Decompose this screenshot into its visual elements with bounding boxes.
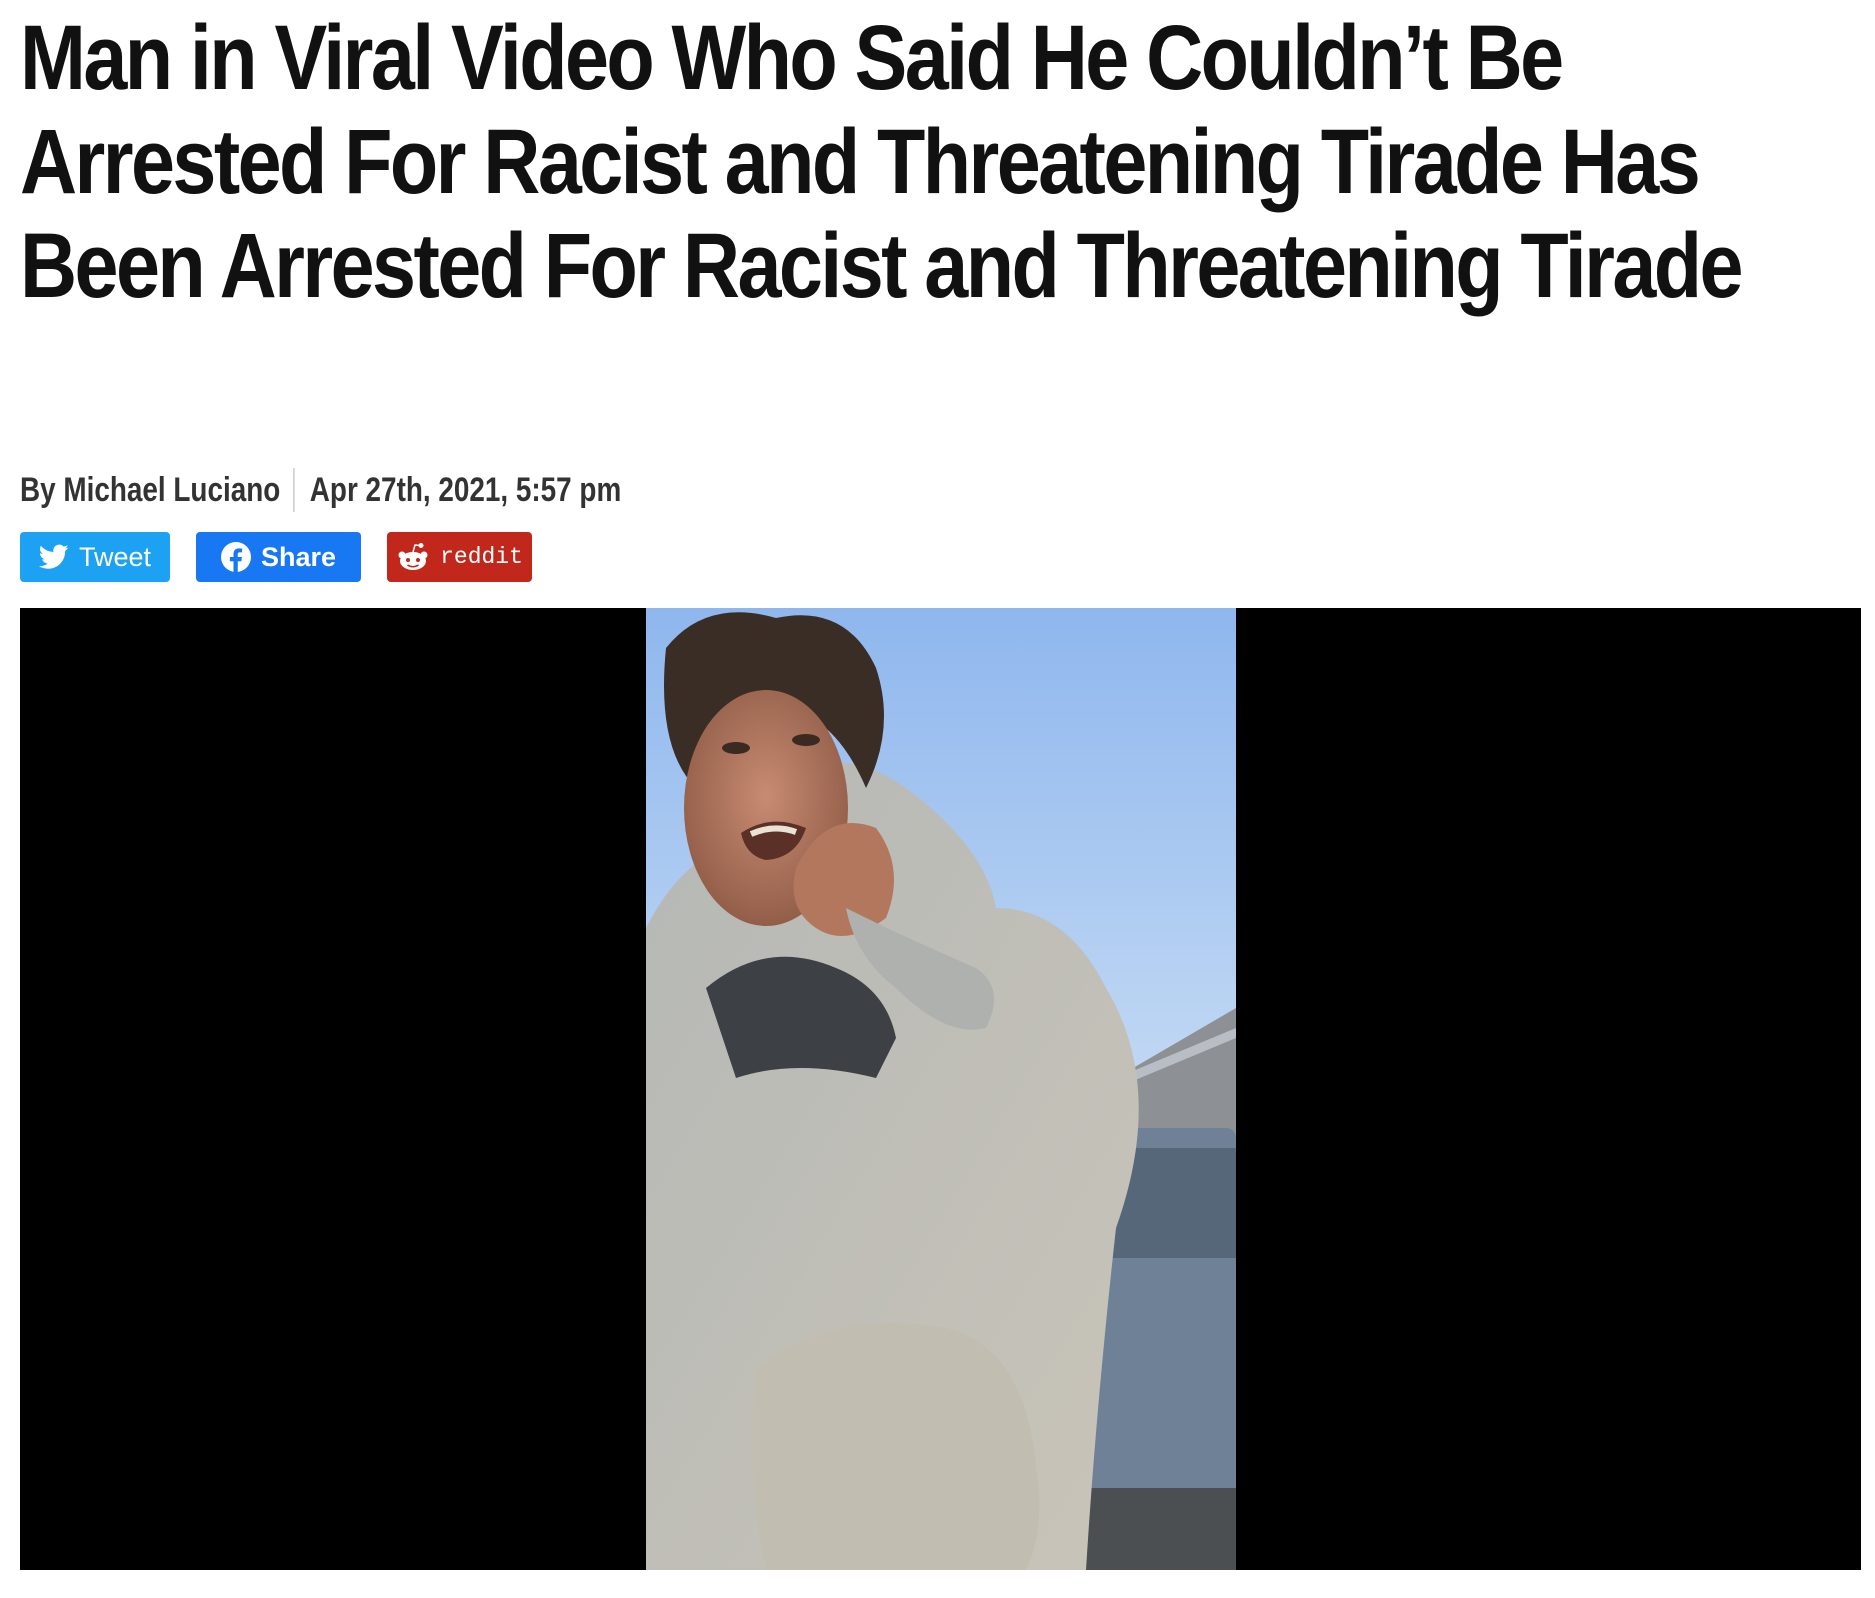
video-player[interactable]	[20, 608, 1861, 1570]
reddit-button[interactable]: reddit	[387, 532, 532, 582]
article-headline: Man in Viral Video Who Said He Couldn’t …	[20, 7, 1744, 317]
video-frame	[646, 608, 1236, 1570]
facebook-share-button[interactable]: Share	[196, 532, 361, 582]
reddit-label: reddit	[440, 544, 523, 570]
byline-divider	[293, 468, 296, 512]
byline: By Michael Luciano Apr 27th, 2021, 5:57 …	[20, 468, 621, 512]
twitter-bird-icon	[38, 544, 69, 570]
reddit-alien-icon	[396, 542, 430, 572]
share-buttons: Tweet Share reddit	[20, 532, 532, 582]
author-name[interactable]: By Michael Luciano	[20, 471, 293, 510]
article: Man in Viral Video Who Said He Couldn’t …	[20, 0, 1861, 1570]
publish-date: Apr 27th, 2021, 5:57 pm	[309, 470, 622, 509]
tweet-label: Tweet	[78, 541, 152, 572]
tweet-button[interactable]: Tweet	[20, 532, 170, 582]
share-label: Share	[260, 541, 337, 572]
facebook-icon	[220, 542, 251, 572]
